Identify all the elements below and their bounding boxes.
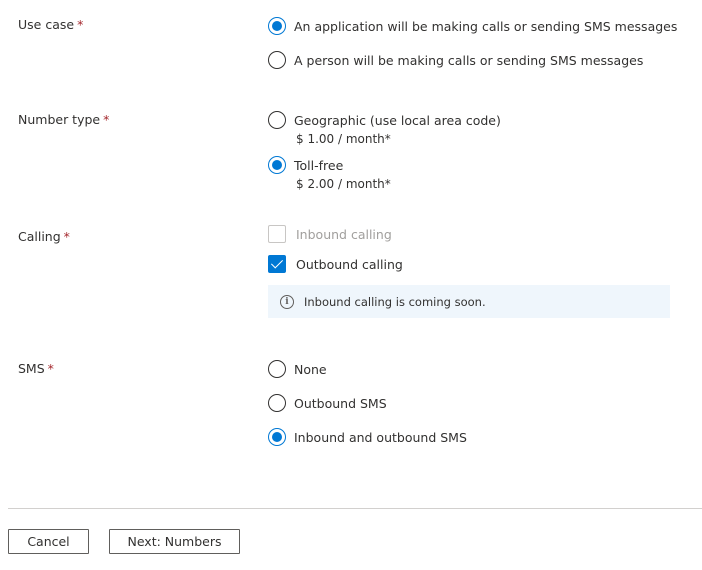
info-icon: i bbox=[280, 294, 294, 309]
sms-option-outbound[interactable]: Outbound SMS bbox=[268, 394, 387, 412]
radio-selected-icon[interactable] bbox=[268, 156, 286, 174]
radio-unselected-icon[interactable] bbox=[268, 111, 286, 129]
number-type-label: Number type * bbox=[18, 112, 109, 127]
required-marker: * bbox=[47, 361, 54, 376]
use-case-label: Use case * bbox=[18, 17, 83, 32]
toll-free-price: $ 2.00 / month* bbox=[296, 177, 391, 191]
calling-label-text: Calling bbox=[18, 229, 61, 244]
use-case-option-person[interactable]: A person will be making calls or sending… bbox=[268, 51, 643, 69]
radio-selected-icon[interactable] bbox=[268, 428, 286, 446]
geographic-price: $ 1.00 / month* bbox=[296, 132, 391, 146]
required-marker: * bbox=[63, 229, 70, 244]
number-type-option-toll-free[interactable]: Toll-free bbox=[268, 156, 343, 174]
radio-unselected-icon[interactable] bbox=[268, 394, 286, 412]
sms-option-none[interactable]: None bbox=[268, 360, 327, 378]
radio-unselected-icon[interactable] bbox=[268, 360, 286, 378]
radio-unselected-icon[interactable] bbox=[268, 51, 286, 69]
calling-option-outbound-text: Outbound calling bbox=[296, 256, 403, 272]
sms-option-outbound-text: Outbound SMS bbox=[294, 395, 387, 411]
use-case-option-person-text: A person will be making calls or sending… bbox=[294, 52, 644, 68]
calling-info-text: Inbound calling is coming soon. bbox=[304, 294, 486, 309]
calling-label: Calling * bbox=[18, 229, 70, 244]
calling-option-inbound[interactable]: Inbound calling bbox=[268, 225, 392, 243]
required-marker: * bbox=[103, 112, 110, 127]
number-type-option-geographic-text: Geographic (use local area code) bbox=[294, 112, 501, 128]
radio-selected-icon[interactable] bbox=[268, 17, 286, 35]
sms-option-inbound-outbound-text: Inbound and outbound SMS bbox=[294, 429, 467, 445]
calling-info-banner: i Inbound calling is coming soon. bbox=[268, 285, 670, 318]
checkbox-checked-icon[interactable] bbox=[268, 255, 286, 273]
use-case-option-application-text: An application will be making calls or s… bbox=[294, 18, 678, 34]
calling-option-outbound[interactable]: Outbound calling bbox=[268, 255, 403, 273]
calling-option-inbound-text: Inbound calling bbox=[296, 226, 392, 242]
number-type-option-geographic[interactable]: Geographic (use local area code) bbox=[268, 111, 501, 129]
sms-option-none-text: None bbox=[294, 361, 327, 377]
sms-label-text: SMS bbox=[18, 361, 45, 376]
use-case-label-text: Use case bbox=[18, 17, 75, 32]
number-type-option-toll-free-text: Toll-free bbox=[294, 157, 344, 173]
cancel-button[interactable]: Cancel bbox=[8, 529, 89, 554]
checkbox-unchecked-icon[interactable] bbox=[268, 225, 286, 243]
required-marker: * bbox=[77, 17, 84, 32]
sms-option-inbound-outbound[interactable]: Inbound and outbound SMS bbox=[268, 428, 467, 446]
footer-divider bbox=[8, 508, 702, 509]
number-type-label-text: Number type bbox=[18, 112, 101, 127]
use-case-option-application[interactable]: An application will be making calls or s… bbox=[268, 17, 677, 35]
next-numbers-button[interactable]: Next: Numbers bbox=[109, 529, 240, 554]
sms-label: SMS * bbox=[18, 361, 54, 376]
